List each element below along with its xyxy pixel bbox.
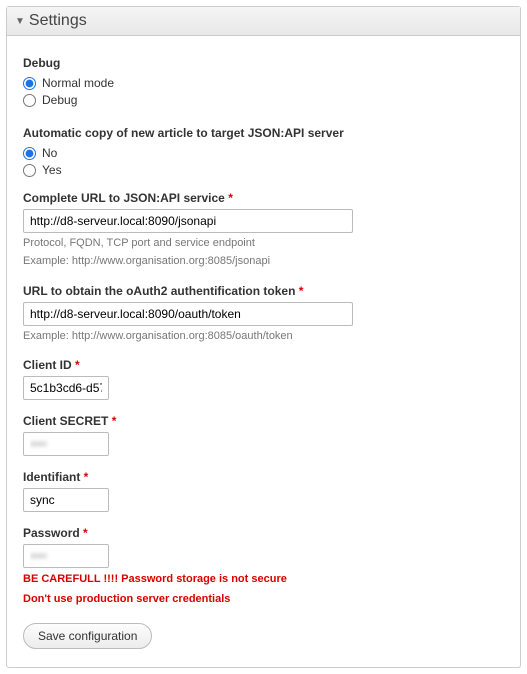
debug-option-normal[interactable]: Normal mode [23, 76, 504, 90]
settings-panel-header[interactable]: ▼ Settings [7, 7, 520, 36]
debug-radio-debug-label: Debug [42, 93, 77, 107]
debug-radio-normal[interactable] [23, 77, 36, 90]
client-secret-label: Client SECRET * [23, 414, 504, 428]
url-oauth-input[interactable] [23, 302, 353, 326]
autocopy-radio-yes[interactable] [23, 164, 36, 177]
url-api-desc2: Example: http://www.organisation.org:808… [23, 254, 504, 269]
autocopy-option-no[interactable]: No [23, 146, 504, 160]
debug-group-label: Debug [23, 56, 504, 70]
client-id-label: Client ID * [23, 358, 504, 372]
save-configuration-button[interactable]: Save configuration [23, 623, 152, 649]
url-oauth-label: URL to obtain the oAuth2 authentificatio… [23, 284, 504, 298]
autocopy-group-label: Automatic copy of new article to target … [23, 126, 504, 140]
settings-panel: ▼ Settings Debug Normal mode Debug Autom… [6, 6, 521, 668]
password-warning-1: BE CAREFULL !!!! Password storage is not… [23, 571, 504, 588]
autocopy-option-yes[interactable]: Yes [23, 163, 504, 177]
url-oauth-desc: Example: http://www.organisation.org:808… [23, 329, 504, 344]
autocopy-radio-no[interactable] [23, 147, 36, 160]
autocopy-radio-yes-label: Yes [42, 163, 62, 177]
debug-radio-normal-label: Normal mode [42, 76, 114, 90]
panel-title: Settings [29, 12, 87, 30]
client-id-input[interactable] [23, 376, 109, 400]
debug-radio-debug[interactable] [23, 94, 36, 107]
url-api-label: Complete URL to JSON:API service * [23, 191, 504, 205]
password-warning-2: Don't use production server credentials [23, 591, 504, 608]
identifiant-input[interactable] [23, 488, 109, 512]
identifiant-label: Identifiant * [23, 470, 504, 484]
password-label: Password * [23, 526, 504, 540]
url-api-desc1: Protocol, FQDN, TCP port and service end… [23, 236, 504, 251]
collapse-icon: ▼ [15, 16, 25, 27]
password-input[interactable] [23, 544, 109, 568]
debug-option-debug[interactable]: Debug [23, 93, 504, 107]
autocopy-radio-no-label: No [42, 146, 57, 160]
url-api-input[interactable] [23, 209, 353, 233]
client-secret-input[interactable] [23, 432, 109, 456]
